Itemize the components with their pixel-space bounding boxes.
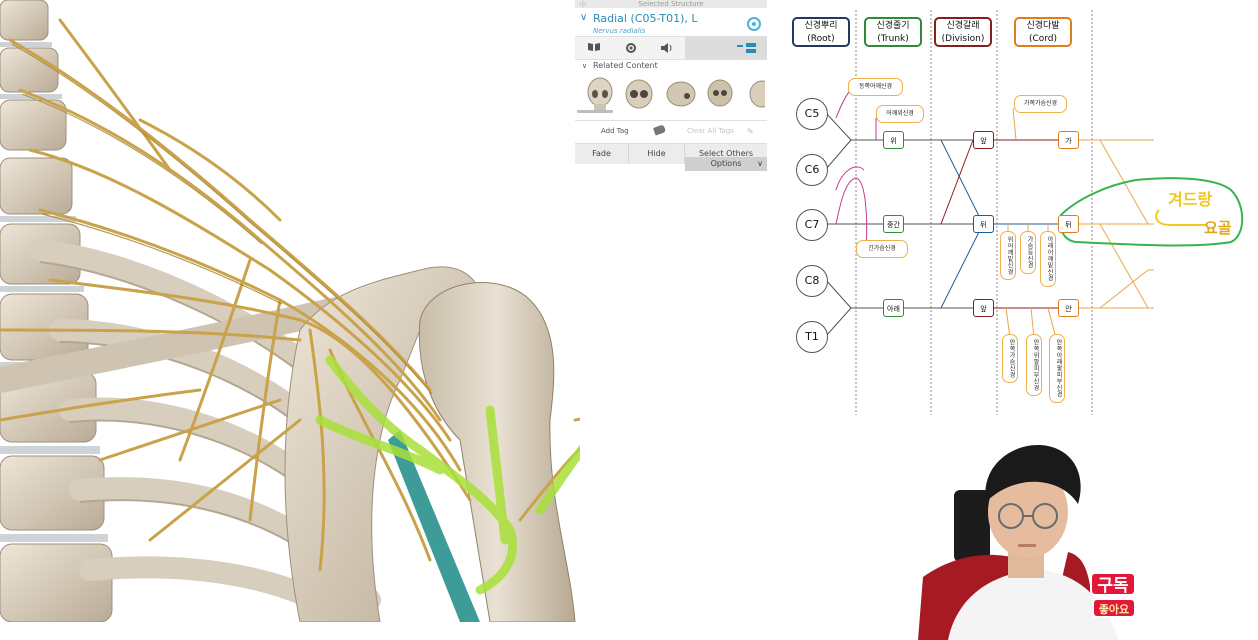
cord-posterior: 뒤 [1058,215,1079,233]
header-root-ko: 신경뿌리 [804,21,838,31]
trunk-lower: 아래 [883,299,904,317]
panel-header: ‹|› Selected Structure [575,0,767,8]
structure-latin-name: Nervus radialis [593,27,646,35]
header-cord-ko: 신경다발 [1026,21,1060,31]
nerve-long-thoracic: 긴가슴신경 [856,240,908,258]
pin-panel-toggle[interactable] [685,37,767,59]
nerve-medial-brachial-cutaneous: 안쪽위팔피부신경 [1026,334,1042,396]
anatomy-render [0,0,580,622]
header-root-en: (Root) [807,34,835,44]
options-label: Options [710,159,742,168]
selected-structure-panel: ‹|› Selected Structure ∨ Radial (C05-T01… [575,0,767,172]
tag-row: Add Tag Clear All Tags ✎ [575,120,767,143]
handwriting-axillary: 겨드랑 [1168,190,1213,209]
thumbnail-scrollbar[interactable] [577,110,613,113]
nerve-medial-pectoral: 안쪽가슴신경 [1002,334,1018,383]
trunk-middle: 중간 [883,215,904,233]
root-t1: T1 [796,321,828,353]
speaker-icon[interactable] [660,42,674,57]
handwriting-radial: 요골 [1204,219,1232,237]
header-division: 신경갈래 (Division) [934,17,992,47]
anatomy-3d-viewport[interactable] [0,0,580,622]
tag-icon[interactable] [652,124,667,136]
header-division-ko: 신경갈래 [946,21,980,31]
header-trunk-ko: 신경줄기 [876,21,910,31]
header-cord: 신경다발 (Cord) [1014,17,1072,47]
header-trunk-en: (Trunk) [877,34,909,44]
root-c8: C8 [796,265,828,297]
header-cord-en: (Cord) [1028,34,1058,44]
nerve-thoracodorsal: 가슴등신경 [1020,231,1036,274]
trunk-upper: 위 [883,131,904,149]
presenter-video [918,432,1258,640]
nerve-dorsal-scapular: 등쪽어깨신경 [848,78,903,96]
hide-button[interactable]: Hide [629,144,685,164]
nerve-lateral-pectoral: 가쪽가슴신경 [1014,95,1067,113]
root-c5: C5 [796,98,828,130]
root-c7: C7 [796,209,828,241]
webcam-overlay: 구독 좋아요 [918,432,1258,640]
nerve-medial-antebrachial-cutaneous: 안쪽아래팔피부신경 [1049,334,1065,403]
header-root: 신경뿌리 (Root) [792,17,850,47]
cord-medial: 안 [1058,299,1079,317]
skull-thumbnail[interactable] [622,76,656,116]
structure-row[interactable]: ∨ Radial (C05-T01), L Nervus radialis [575,8,767,36]
subscribe-badge: 구독 [1090,572,1136,596]
options-dropdown[interactable]: Options ∨ [685,157,767,171]
chevron-down-icon: ∨ [582,62,588,70]
add-tag-button[interactable]: Add Tag [601,127,629,135]
cord-lateral: 가 [1058,131,1079,149]
related-content-header[interactable]: ∨ Related Content [575,59,767,72]
fade-button[interactable]: Fade [575,144,629,164]
panel-title: Selected Structure [638,0,704,8]
related-content-label: Related Content [593,61,658,70]
like-badge: 좋아요 [1092,598,1136,618]
division-anterior-upper: 앞 [973,131,994,149]
skull-thumbnail[interactable] [663,76,697,116]
book-icon[interactable] [587,42,601,55]
structure-toolbar [575,36,767,59]
nerve-suprascapular: 어깨위신경 [876,105,924,123]
clear-all-tags-button[interactable]: Clear All Tags [687,127,734,135]
division-posterior: 뒤 [973,215,994,233]
puzzle-icon[interactable] [625,42,637,57]
nerve-lower-subscapular: 아래어깨밑신경 [1040,231,1056,287]
header-division-en: (Division) [941,34,985,44]
structure-name: Radial (C05-T01), L [593,12,698,25]
skull-thumbnail[interactable] [745,76,765,116]
chevron-down-icon[interactable]: ∨ [580,12,587,23]
focus-target-icon[interactable] [747,17,761,31]
nerve-upper-subscapular: 위어깨밑신경 [1000,231,1016,280]
root-c6: C6 [796,154,828,186]
collapse-panel-icon[interactable]: ‹|› [579,0,587,8]
brachial-plexus-diagram: 신경뿌리 (Root) 신경줄기 (Trunk) 신경갈래 (Division)… [776,0,1258,430]
header-trunk: 신경줄기 (Trunk) [864,17,922,47]
eraser-icon[interactable]: ✎ [747,127,754,136]
chevron-down-icon: ∨ [757,159,763,168]
division-anterior-lower: 앞 [973,299,994,317]
skull-thumbnail[interactable] [703,76,737,116]
